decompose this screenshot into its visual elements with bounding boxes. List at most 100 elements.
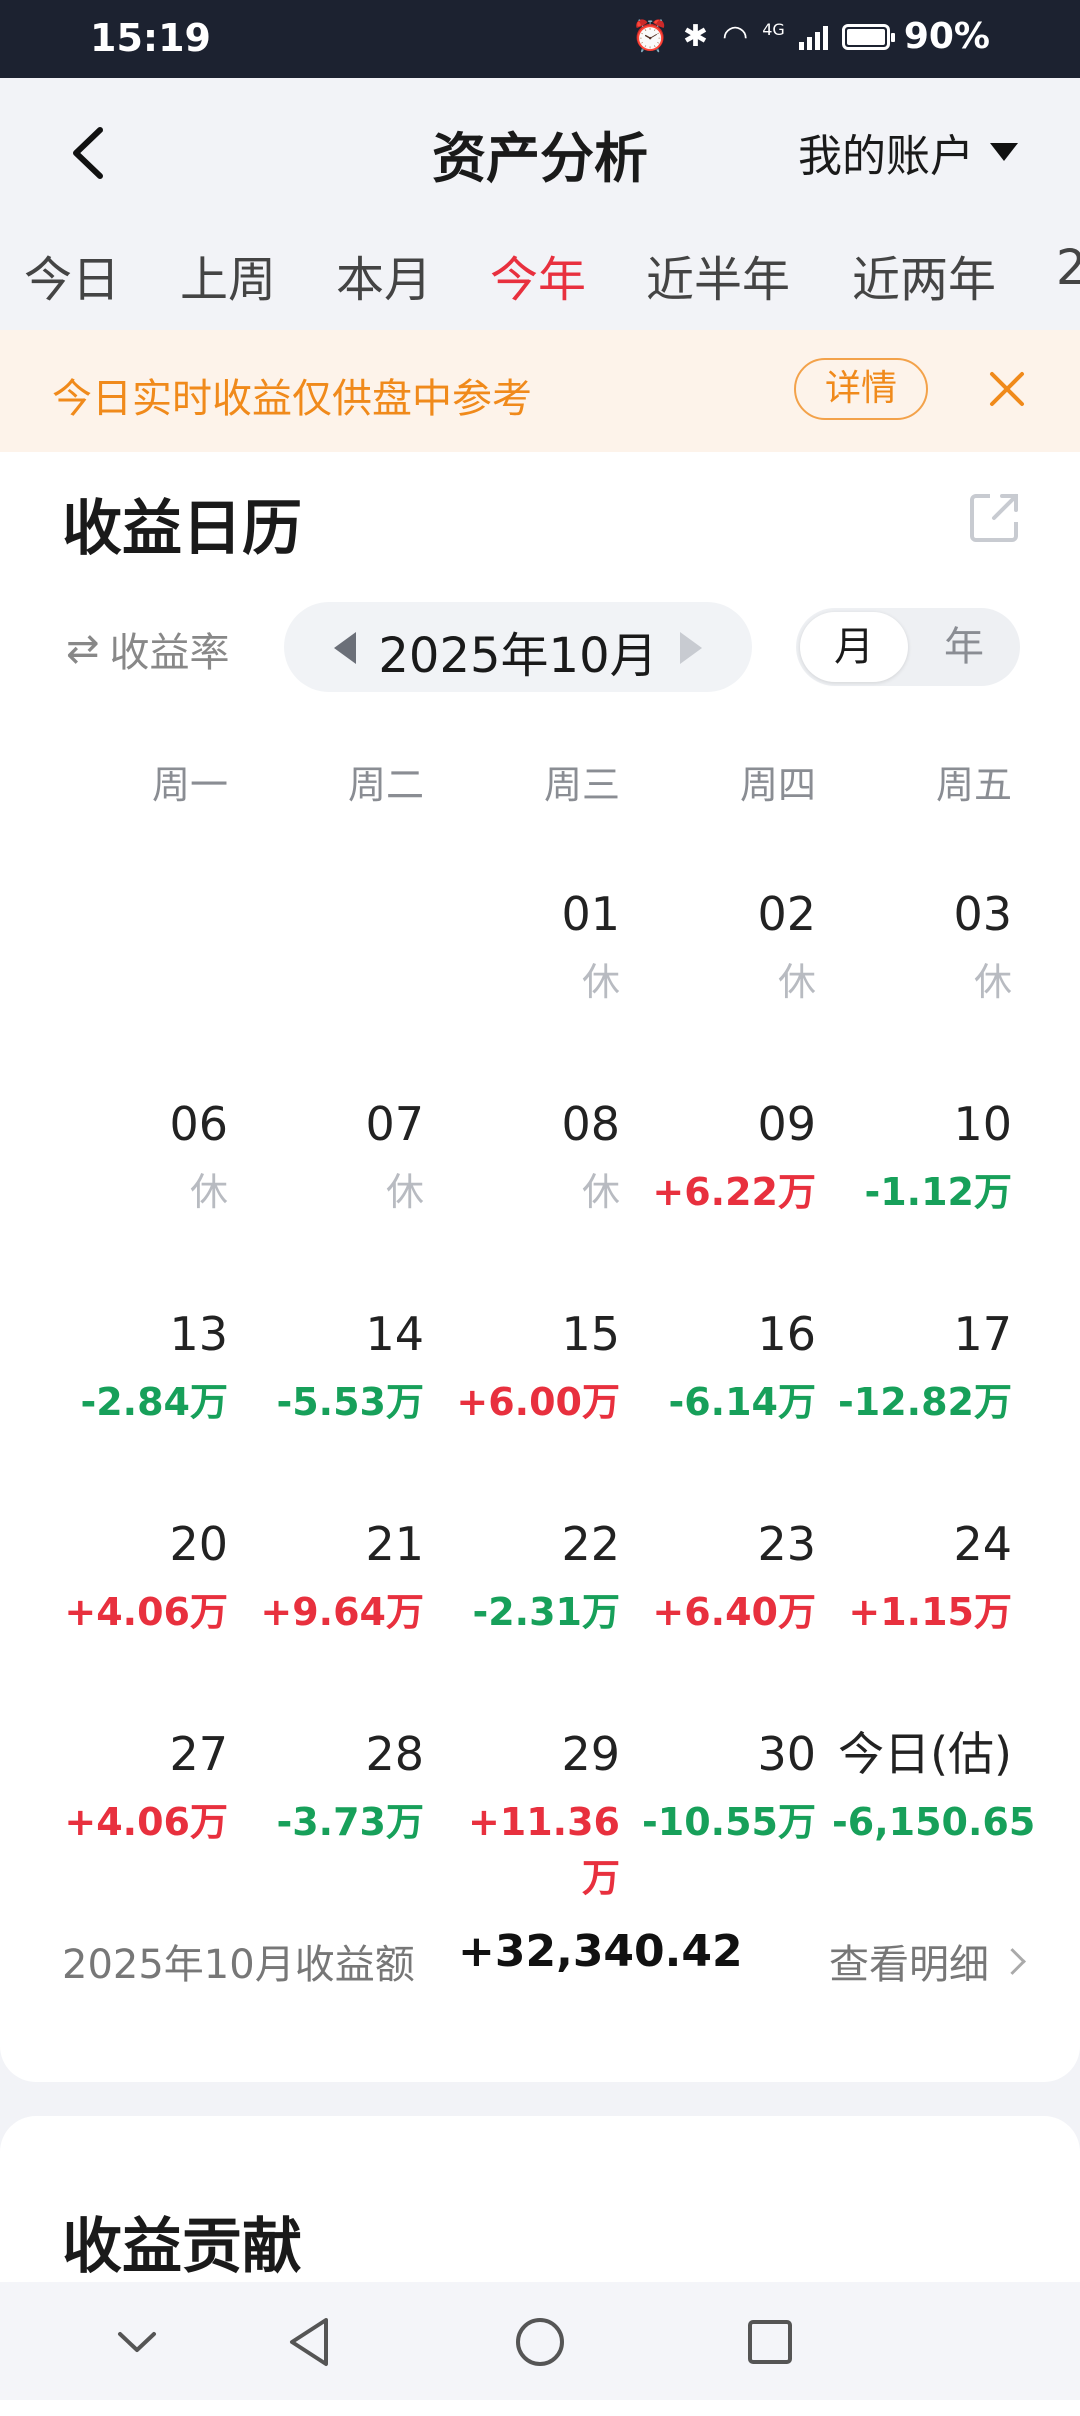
calendar-day[interactable]: 22 -2.31万 xyxy=(440,1516,620,1640)
holiday-label: 休 xyxy=(385,1170,424,1214)
notice-detail-button[interactable]: 详情 xyxy=(794,358,928,420)
day-number: 06 xyxy=(169,1097,228,1151)
weekday-label: 周四 xyxy=(739,763,816,807)
day-number: 27 xyxy=(169,1727,228,1781)
calendar-day[interactable]: 15 +6.00万 xyxy=(440,1306,620,1430)
day-number: 01 xyxy=(561,887,620,941)
month-year-toggle: 月 年 xyxy=(796,608,1020,686)
calendar-day[interactable]: 30 -10.55万 xyxy=(636,1726,816,1850)
next-month-icon[interactable] xyxy=(680,632,702,664)
day-earnings: +4.06万 xyxy=(64,1590,228,1634)
wifi-icon: ◠ xyxy=(722,19,749,54)
tab-more[interactable]: 2 xyxy=(1056,240,1080,296)
day-number: 07 xyxy=(365,1097,424,1151)
caret-down-icon xyxy=(990,143,1018,161)
calendar-day[interactable]: 01 休 xyxy=(440,886,620,1010)
calendar-day[interactable]: 23 +6.40万 xyxy=(636,1516,816,1640)
calendar-day[interactable]: 06 休 xyxy=(48,1096,228,1220)
calendar-day[interactable]: 17 -12.82万 xyxy=(832,1306,1012,1430)
holiday-label: 休 xyxy=(189,1170,228,1214)
tab-this-year[interactable]: 今年 xyxy=(490,240,586,310)
day-number: 09 xyxy=(757,1097,816,1151)
back-triangle-icon[interactable] xyxy=(282,2312,338,2372)
day-number: 14 xyxy=(365,1307,424,1361)
calendar-day[interactable]: 16 -6.14万 xyxy=(636,1306,816,1430)
account-selector[interactable]: 我的账户 xyxy=(798,120,1018,184)
segment-month[interactable]: 月 xyxy=(800,612,908,682)
day-earnings: -5.53万 xyxy=(276,1380,424,1424)
calendar-day[interactable]: 13 -2.84万 xyxy=(48,1306,228,1430)
calendar-day[interactable]: 今日(估) -6,150.65 xyxy=(832,1726,1035,1850)
summary-label: 2025年10月收益额 xyxy=(62,1942,415,1988)
calendar-day[interactable]: 09 +6.22万 xyxy=(636,1096,816,1220)
holiday-label: 休 xyxy=(777,960,816,1004)
calendar-day[interactable]: 29 +11.36万 xyxy=(440,1726,620,1906)
alarm-icon: ⏰ xyxy=(631,19,669,54)
month-picker: 2025年10月 xyxy=(284,602,752,692)
battery-icon xyxy=(841,23,895,50)
calendar-day[interactable]: 24 +1.15万 xyxy=(832,1516,1012,1640)
day-number: 08 xyxy=(561,1097,620,1151)
weekday-label: 周一 xyxy=(151,763,228,807)
day-number: 16 xyxy=(757,1307,816,1361)
share-icon[interactable] xyxy=(968,490,1022,544)
view-detail-label: 查看明细 xyxy=(829,1942,989,1988)
battery-level: 90% xyxy=(903,16,990,57)
weekday-label: 周三 xyxy=(543,763,620,807)
system-nav-bar xyxy=(0,2282,1080,2400)
home-circle-icon[interactable] xyxy=(512,2312,568,2372)
weekday-label: 周五 xyxy=(935,763,1012,807)
calendar-day[interactable]: 14 -5.53万 xyxy=(244,1306,424,1430)
signal-icon xyxy=(798,24,828,50)
calendar-day[interactable]: 10 -1.12万 xyxy=(832,1096,1012,1220)
day-number: 15 xyxy=(561,1307,620,1361)
day-number: 17 xyxy=(953,1307,1012,1361)
rate-toggle[interactable]: ⇄ 收益率 xyxy=(66,620,230,678)
tab-today[interactable]: 今日 xyxy=(24,240,120,310)
day-earnings: +6.00万 xyxy=(456,1380,620,1424)
recents-square-icon[interactable] xyxy=(742,2312,798,2372)
day-number: 20 xyxy=(169,1517,228,1571)
calendar-day[interactable]: 07 休 xyxy=(244,1096,424,1220)
collapse-chevron-icon[interactable] xyxy=(112,2312,162,2372)
view-detail-link[interactable]: 查看明细 xyxy=(829,1932,1026,1990)
tab-this-month[interactable]: 本月 xyxy=(336,240,432,310)
summary-value: +32,340.42 xyxy=(458,1926,743,1977)
tab-last-week[interactable]: 上周 xyxy=(180,240,276,310)
day-number: 23 xyxy=(757,1517,816,1571)
day-earnings: -12.82万 xyxy=(838,1380,1012,1424)
day-number: 30 xyxy=(757,1727,816,1781)
segment-year[interactable]: 年 xyxy=(912,612,1016,682)
day-earnings: -10.55万 xyxy=(642,1800,816,1844)
status-bar: 15:19 ⏰ ✱ ◠ 4G 90% xyxy=(0,0,1080,78)
close-icon[interactable] xyxy=(984,366,1030,412)
calendar-day[interactable]: 20 +4.06万 xyxy=(48,1516,228,1640)
day-earnings: -6.14万 xyxy=(668,1380,816,1424)
tab-half-year[interactable]: 近半年 xyxy=(646,240,790,310)
day-earnings: -1.12万 xyxy=(864,1170,1012,1214)
realtime-notice: 今日实时收益仅供盘中参考 详情 xyxy=(0,330,1080,452)
day-earnings: +1.15万 xyxy=(848,1590,1012,1634)
app-header: 资产分析 我的账户 xyxy=(0,78,1080,228)
tab-two-years[interactable]: 近两年 xyxy=(852,240,996,310)
calendar-day[interactable]: 08 休 xyxy=(440,1096,620,1220)
day-number: 22 xyxy=(561,1517,620,1571)
status-icons: ⏰ ✱ ◠ 4G 90% xyxy=(632,16,990,57)
account-label: 我的账户 xyxy=(798,131,974,182)
day-earnings: +11.36万 xyxy=(467,1800,620,1900)
swap-arrows-icon: ⇄ xyxy=(66,626,100,672)
calendar-title: 收益日历 xyxy=(62,494,302,564)
day-number: 24 xyxy=(953,1517,1012,1571)
calendar-day[interactable]: 02 休 xyxy=(636,886,816,1010)
calendar-day[interactable]: 27 +4.06万 xyxy=(48,1726,228,1850)
day-earnings: +6.40万 xyxy=(652,1590,816,1634)
chevron-right-icon xyxy=(999,1947,1026,1975)
bluetooth-icon: ✱ xyxy=(682,19,709,54)
day-earnings: +6.22万 xyxy=(652,1170,816,1214)
calendar-day[interactable]: 03 休 xyxy=(832,886,1012,1010)
status-time: 15:19 xyxy=(90,16,211,60)
calendar-day[interactable]: 21 +9.64万 xyxy=(244,1516,424,1640)
calendar-day[interactable]: 28 -3.73万 xyxy=(244,1726,424,1850)
contribution-title: 收益贡献 xyxy=(62,2212,302,2282)
day-earnings: +4.06万 xyxy=(64,1800,228,1844)
